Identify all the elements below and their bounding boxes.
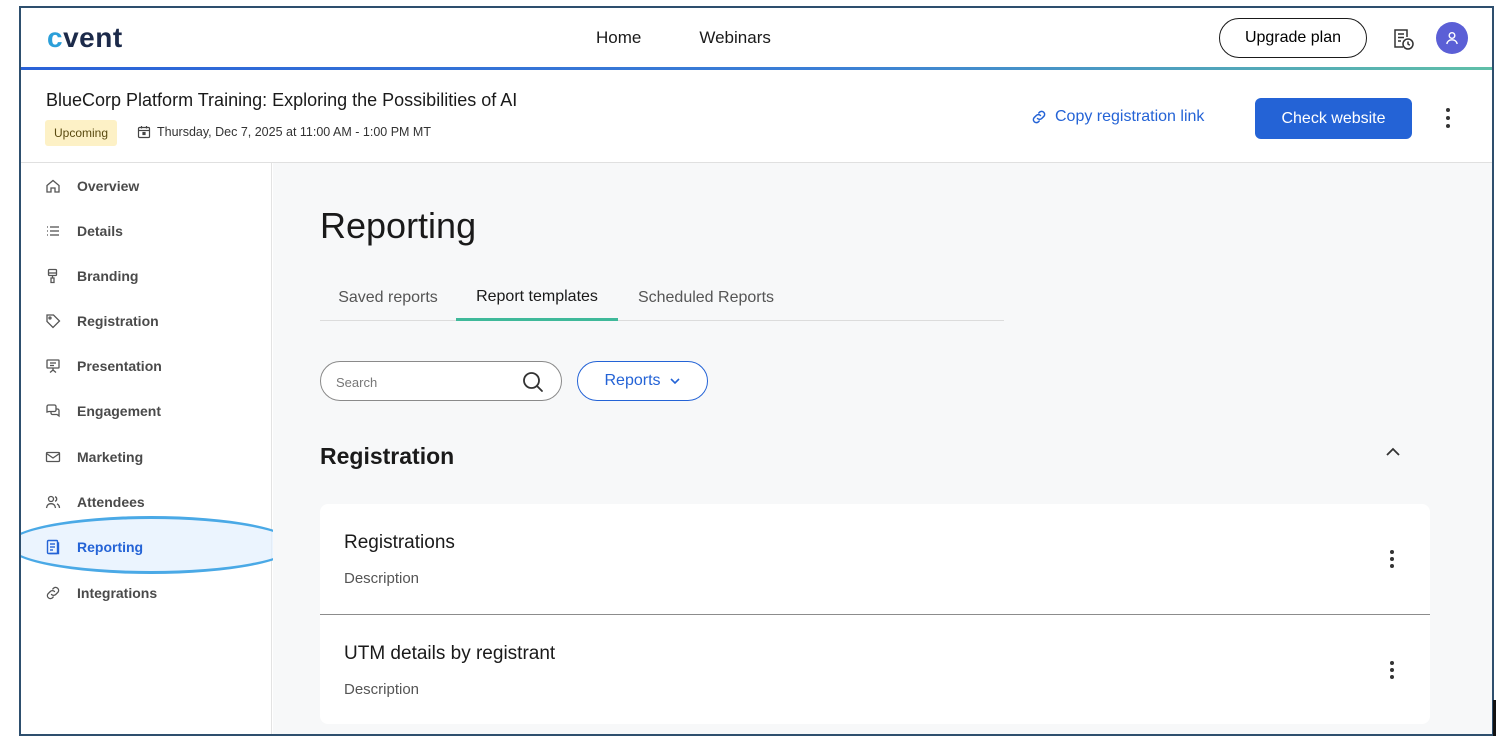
report-template-list: Registrations Description UTM details by… xyxy=(320,504,1430,724)
window-edge-marker xyxy=(1493,700,1496,736)
sidebar-item-engagement[interactable]: Engagement xyxy=(21,391,272,431)
report-template-description: Description xyxy=(344,681,420,698)
sidebar-item-label: Engagement xyxy=(77,403,162,419)
main-content: Reporting Saved reports Report templates… xyxy=(273,163,1492,734)
reports-filter-label: Reports xyxy=(604,372,661,389)
document-clock-icon[interactable] xyxy=(1391,27,1415,51)
search-icon[interactable] xyxy=(521,370,545,394)
calendar-icon xyxy=(137,126,151,139)
list-icon xyxy=(47,226,59,236)
sidebar-item-details[interactable]: Details xyxy=(21,211,272,251)
more-options-icon[interactable] xyxy=(1382,548,1402,570)
event-date-text: Thursday, Dec 7, 2025 at 11:00 AM - 1:00… xyxy=(157,125,431,139)
app-window: cvent Home Webinars Upgrade plan BlueCor… xyxy=(19,6,1494,736)
sidebar-item-label: Registration xyxy=(77,313,159,329)
home-icon xyxy=(46,179,60,193)
sidebar: Overview Details Branding Registration P… xyxy=(21,163,295,734)
chat-bubbles-icon xyxy=(46,404,60,418)
sidebar-item-label: Reporting xyxy=(77,539,144,555)
report-template-card[interactable]: UTM details by registrant Description xyxy=(320,614,1430,724)
tag-icon xyxy=(46,314,61,329)
event-date: Thursday, Dec 7, 2025 at 11:00 AM - 1:00… xyxy=(137,125,431,139)
report-template-title: Registrations xyxy=(344,532,455,553)
report-icon xyxy=(46,539,60,555)
report-template-title: UTM details by registrant xyxy=(344,643,556,664)
nav-webinars[interactable]: Webinars xyxy=(699,28,771,48)
chevron-down-icon xyxy=(669,378,680,385)
sidebar-item-attendees[interactable]: Attendees xyxy=(21,482,272,522)
event-more-options-icon[interactable] xyxy=(1439,106,1457,130)
check-website-button[interactable]: Check website xyxy=(1255,98,1412,139)
mail-icon xyxy=(45,451,61,463)
sidebar-item-label: Overview xyxy=(77,178,140,194)
search-box xyxy=(320,361,562,401)
top-nav: Home Webinars xyxy=(596,28,771,48)
sidebar-item-label: Attendees xyxy=(77,494,145,510)
sidebar-item-label: Integrations xyxy=(77,585,158,601)
sidebar-item-label: Marketing xyxy=(77,449,144,465)
report-template-description: Description xyxy=(344,570,420,587)
reports-filter-dropdown[interactable]: Reports xyxy=(577,361,708,401)
cvent-logo[interactable]: cvent xyxy=(47,22,123,54)
chevron-up-icon[interactable] xyxy=(1384,445,1402,459)
event-header: BlueCorp Platform Training: Exploring th… xyxy=(21,70,1492,163)
sidebar-item-presentation[interactable]: Presentation xyxy=(21,346,272,386)
presentation-icon xyxy=(46,359,60,373)
status-badge: Upcoming xyxy=(45,120,118,146)
more-options-icon[interactable] xyxy=(1382,659,1402,681)
nav-home[interactable]: Home xyxy=(596,28,641,48)
sidebar-item-label: Presentation xyxy=(77,358,162,374)
section-title-registration: Registration xyxy=(320,443,455,469)
search-input[interactable] xyxy=(336,372,516,392)
report-tabs: Saved reports Report templates Scheduled… xyxy=(320,275,1004,321)
sidebar-item-branding[interactable]: Branding xyxy=(21,256,272,296)
user-icon xyxy=(1446,32,1458,45)
link-icon xyxy=(1032,110,1046,124)
sidebar-item-integrations[interactable]: Integrations xyxy=(21,573,272,613)
people-icon xyxy=(45,495,61,509)
copy-registration-link-label: Copy registration link xyxy=(1055,108,1205,125)
copy-registration-link[interactable]: Copy registration link xyxy=(1031,108,1204,126)
tab-scheduled-reports[interactable]: Scheduled Reports xyxy=(618,275,794,321)
user-avatar[interactable] xyxy=(1436,22,1468,54)
upgrade-plan-button[interactable]: Upgrade plan xyxy=(1219,18,1367,58)
event-title: BlueCorp Platform Training: Exploring th… xyxy=(46,90,518,110)
tab-report-templates[interactable]: Report templates xyxy=(456,275,618,321)
sidebar-item-label: Details xyxy=(77,223,123,239)
sidebar-item-registration[interactable]: Registration xyxy=(21,301,272,341)
top-bar: cvent Home Webinars Upgrade plan xyxy=(21,8,1492,70)
report-template-card[interactable]: Registrations Description xyxy=(320,504,1430,614)
sidebar-item-reporting[interactable]: Reporting xyxy=(21,527,272,567)
tab-saved-reports[interactable]: Saved reports xyxy=(320,275,456,321)
link-icon xyxy=(46,586,60,600)
paint-brush-icon xyxy=(47,268,58,284)
sidebar-item-marketing[interactable]: Marketing xyxy=(21,437,272,477)
sidebar-item-label: Branding xyxy=(77,268,139,284)
page-title: Reporting xyxy=(320,205,477,246)
sidebar-item-overview[interactable]: Overview xyxy=(21,166,272,206)
